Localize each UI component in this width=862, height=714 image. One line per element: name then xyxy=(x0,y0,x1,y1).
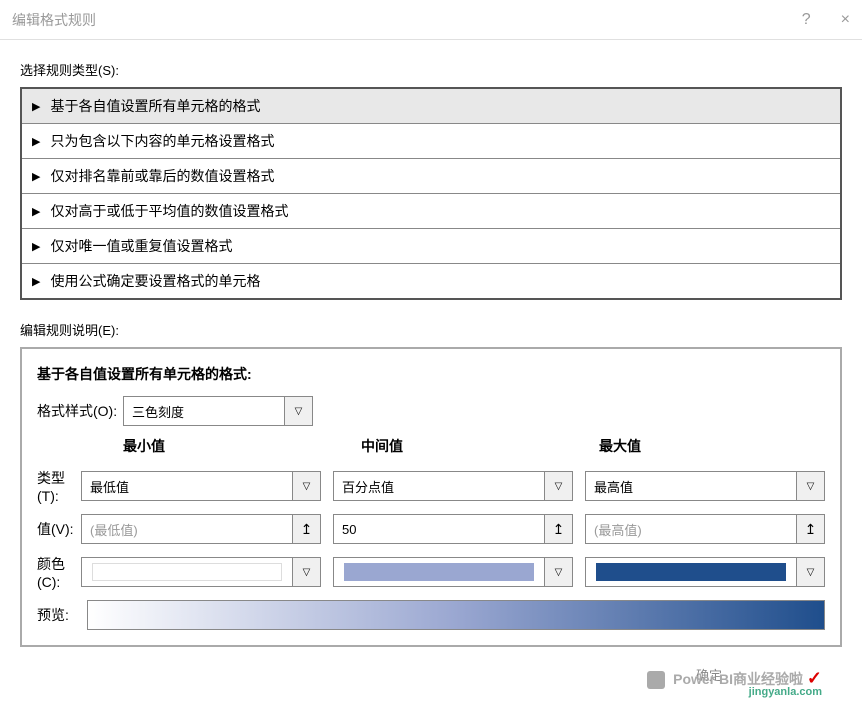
mid-type-value: 百分点值 xyxy=(342,477,394,496)
collapse-icon[interactable]: ↥ xyxy=(796,515,824,543)
mid-header: 中间值 xyxy=(361,436,587,456)
min-value-text: (最低值) xyxy=(90,520,138,539)
check-icon: ✓ xyxy=(807,668,822,688)
max-color-select[interactable]: ▽ xyxy=(585,557,825,587)
type-label: 类型(T): xyxy=(37,468,81,504)
format-style-select[interactable]: 三色刻度 ▽ xyxy=(123,396,313,426)
chevron-down-icon: ▽ xyxy=(292,472,320,500)
format-style-value: 三色刻度 xyxy=(132,402,184,421)
max-value-input[interactable]: (最高值) ↥ xyxy=(585,514,825,544)
dialog-title: 编辑格式规则 xyxy=(12,10,96,30)
color-label: 颜色(C): xyxy=(37,554,81,590)
watermark-text2: jingyanla.com xyxy=(749,686,822,698)
mid-color-swatch xyxy=(344,563,534,581)
chevron-down-icon: ▽ xyxy=(796,558,824,586)
min-type-select[interactable]: 最低值 ▽ xyxy=(81,471,321,501)
rule-type-item[interactable]: ▶ 仅对唯一值或重复值设置格式 xyxy=(22,229,840,264)
arrow-icon: ▶ xyxy=(32,135,40,148)
dialog-content: 选择规则类型(S): ▶ 基于各自值设置所有单元格的格式 ▶ 只为包含以下内容的… xyxy=(0,40,862,667)
min-color-swatch xyxy=(92,563,282,581)
ok-button-watermark: 确定 xyxy=(696,665,722,684)
close-button[interactable]: × xyxy=(841,11,850,29)
arrow-icon: ▶ xyxy=(32,240,40,253)
chevron-down-icon: ▽ xyxy=(544,472,572,500)
rule-desc-panel: 基于各自值设置所有单元格的格式: 格式样式(O): 三色刻度 ▽ 最小值 中间值… xyxy=(20,347,842,647)
rule-type-text: 仅对排名靠前或靠后的数值设置格式 xyxy=(50,166,274,186)
min-type-value: 最低值 xyxy=(90,477,129,496)
rule-type-list: ▶ 基于各自值设置所有单元格的格式 ▶ 只为包含以下内容的单元格设置格式 ▶ 仅… xyxy=(20,87,842,300)
rule-type-text: 只为包含以下内容的单元格设置格式 xyxy=(50,131,274,151)
color-row: 颜色(C): ▽ ▽ ▽ xyxy=(37,554,825,590)
mid-value-input[interactable]: 50 ↥ xyxy=(333,514,573,544)
min-header: 最小值 xyxy=(123,436,349,456)
rule-type-item[interactable]: ▶ 使用公式确定要设置格式的单元格 xyxy=(22,264,840,298)
min-value-input[interactable]: (最低值) ↥ xyxy=(81,514,321,544)
watermark-text1: Power BI商业经验啦 xyxy=(673,671,803,687)
format-style-row: 格式样式(O): 三色刻度 ▽ xyxy=(37,396,825,426)
collapse-icon[interactable]: ↥ xyxy=(292,515,320,543)
max-type-select[interactable]: 最高值 ▽ xyxy=(585,471,825,501)
mid-type-select[interactable]: 百分点值 ▽ xyxy=(333,471,573,501)
preview-row: 预览: xyxy=(37,600,825,630)
preview-label: 预览: xyxy=(37,605,87,625)
titlebar-buttons: ? × xyxy=(802,11,850,29)
arrow-icon: ▶ xyxy=(32,205,40,218)
desc-title: 基于各自值设置所有单元格的格式: xyxy=(37,364,825,384)
chevron-down-icon: ▽ xyxy=(544,558,572,586)
rule-type-text: 仅对唯一值或重复值设置格式 xyxy=(50,236,232,256)
format-style-label: 格式样式(O): xyxy=(37,401,123,421)
arrow-icon: ▶ xyxy=(32,170,40,183)
rule-type-item[interactable]: ▶ 仅对排名靠前或靠后的数值设置格式 xyxy=(22,159,840,194)
rule-type-text: 仅对高于或低于平均值的数值设置格式 xyxy=(50,201,288,221)
rule-type-text: 使用公式确定要设置格式的单元格 xyxy=(50,271,260,291)
max-header: 最大值 xyxy=(599,436,825,456)
rule-desc-label: 编辑规则说明(E): xyxy=(20,320,842,339)
arrow-icon: ▶ xyxy=(32,100,40,113)
type-row: 类型(T): 最低值 ▽ 百分点值 ▽ 最高值 ▽ xyxy=(37,468,825,504)
titlebar: 编辑格式规则 ? × xyxy=(0,0,862,40)
rule-type-item[interactable]: ▶ 仅对高于或低于平均值的数值设置格式 xyxy=(22,194,840,229)
max-color-swatch xyxy=(596,563,786,581)
rule-type-label: 选择规则类型(S): xyxy=(20,60,842,79)
chevron-down-icon: ▽ xyxy=(292,558,320,586)
arrow-icon: ▶ xyxy=(32,275,40,288)
chevron-down-icon: ▽ xyxy=(284,397,312,425)
value-label: 值(V): xyxy=(37,519,81,539)
preview-gradient xyxy=(87,600,825,630)
watermark: Power BI商业经验啦 ✓ jingyanla.com xyxy=(647,668,822,689)
min-color-select[interactable]: ▽ xyxy=(81,557,321,587)
chevron-down-icon: ▽ xyxy=(796,472,824,500)
help-button[interactable]: ? xyxy=(802,11,811,29)
rule-type-item[interactable]: ▶ 基于各自值设置所有单元格的格式 xyxy=(22,89,840,124)
mid-value-text: 50 xyxy=(342,522,356,537)
rule-type-text: 基于各自值设置所有单元格的格式 xyxy=(50,96,260,116)
max-value-text: (最高值) xyxy=(594,520,642,539)
collapse-icon[interactable]: ↥ xyxy=(544,515,572,543)
max-type-value: 最高值 xyxy=(594,477,633,496)
wechat-icon xyxy=(647,671,665,689)
column-headers: 最小值 中间值 最大值 xyxy=(123,436,825,462)
rule-type-item[interactable]: ▶ 只为包含以下内容的单元格设置格式 xyxy=(22,124,840,159)
value-row: 值(V): (最低值) ↥ 50 ↥ (最高值) ↥ xyxy=(37,514,825,544)
mid-color-select[interactable]: ▽ xyxy=(333,557,573,587)
